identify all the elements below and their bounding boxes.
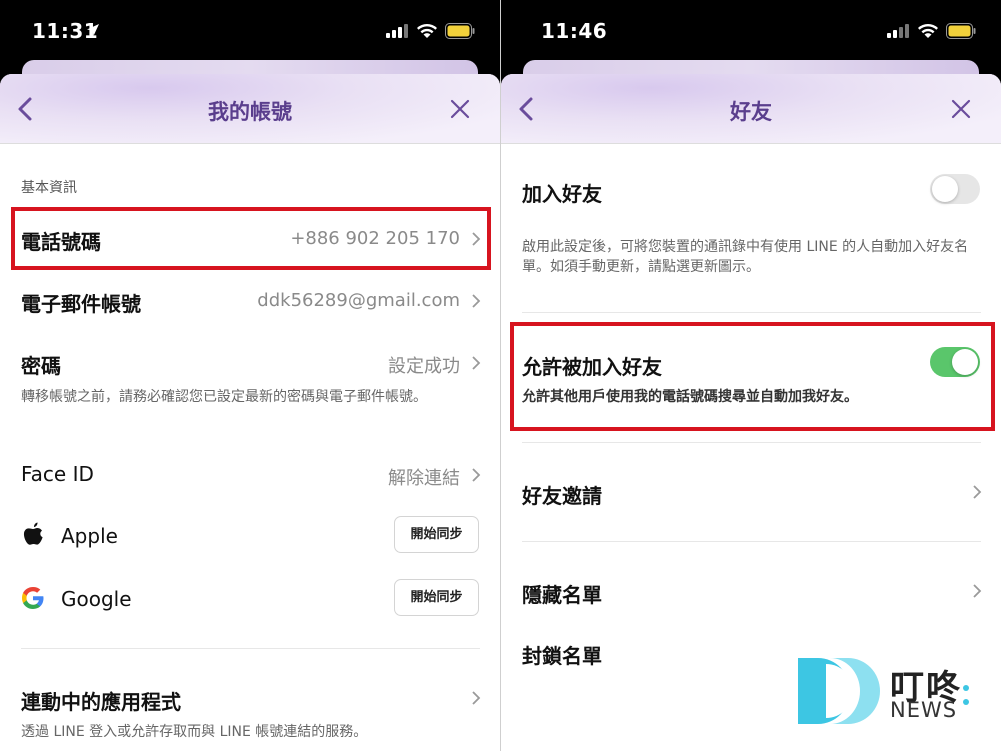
highlight-box-allow-add — [510, 322, 995, 431]
page-title: 我的帳號 — [208, 100, 292, 124]
chevron-right-icon — [472, 356, 481, 370]
add-friends-description: 啟用此設定後，可將您裝置的通訊錄中有使用 LINE 的人自動加入好友名單。如須手… — [522, 239, 969, 275]
status-bar: 11:31 — [0, 0, 500, 64]
battery-icon — [946, 23, 976, 39]
google-sync-button[interactable]: 開始同步 — [394, 579, 479, 616]
toggle-knob — [932, 176, 958, 202]
location-arrow-icon — [87, 24, 99, 36]
highlight-box-phone-number — [11, 207, 491, 270]
watermark-english: NEWS — [890, 698, 958, 722]
battery-icon — [445, 23, 475, 39]
nav-bar: 好友 — [501, 74, 1001, 144]
screen-my-account: 11:31 我的帳號 基本資訊 電話號碼 +886 902 205 170 電子… — [0, 0, 500, 751]
apple-logo-icon — [23, 522, 43, 545]
password-status: 設定成功 — [388, 356, 460, 377]
chevron-right-icon — [472, 691, 481, 705]
linked-apps-label: 連動中的應用程式 — [21, 690, 181, 714]
apple-sync-button[interactable]: 開始同步 — [394, 516, 479, 553]
email-label: 電子郵件帳號 — [21, 292, 141, 316]
password-label: 密碼 — [21, 354, 61, 378]
wifi-icon — [417, 24, 437, 38]
face-id-label: Face ID — [21, 462, 94, 486]
google-logo-icon — [22, 587, 44, 609]
close-icon[interactable] — [951, 99, 971, 119]
divider — [522, 442, 981, 443]
email-value: ddk56289@gmail.com — [257, 290, 460, 311]
add-friends-toggle[interactable] — [930, 174, 980, 204]
linked-apps-description: 透過 LINE 登入或允許存取而與 LINE 帳號連結的服務。 — [21, 724, 368, 740]
chevron-right-icon — [973, 584, 982, 598]
divider — [21, 648, 480, 649]
chevron-right-icon — [973, 485, 982, 499]
account-sheet: 我的帳號 基本資訊 電話號碼 +886 902 205 170 電子郵件帳號 d… — [0, 74, 500, 751]
status-time: 11:46 — [541, 19, 608, 43]
nav-bar: 我的帳號 — [0, 74, 500, 144]
divider — [522, 312, 981, 313]
chevron-right-icon — [472, 294, 481, 308]
google-label: Google — [61, 587, 132, 611]
add-friends-label: 加入好友 — [522, 182, 602, 206]
hidden-list-label: 隱藏名單 — [522, 583, 602, 607]
cellular-signal-icon — [386, 24, 408, 38]
close-icon[interactable] — [450, 99, 470, 119]
page-title: 好友 — [730, 100, 772, 124]
section-label-basic-info: 基本資訊 — [21, 180, 77, 196]
chevron-right-icon — [472, 468, 481, 482]
status-bar: 11:46 — [501, 0, 1001, 64]
blocked-list-label: 封鎖名單 — [522, 644, 602, 668]
face-id-value: 解除連結 — [388, 468, 460, 489]
divider — [522, 541, 981, 542]
apple-label: Apple — [61, 524, 118, 548]
friend-invites-label: 好友邀請 — [522, 484, 602, 508]
password-description: 轉移帳號之前，請務必確認您已設定最新的密碼與電子郵件帳號。 — [21, 389, 427, 405]
wifi-icon — [918, 24, 938, 38]
cellular-signal-icon — [887, 24, 909, 38]
logo-dots-icon — [963, 685, 969, 705]
